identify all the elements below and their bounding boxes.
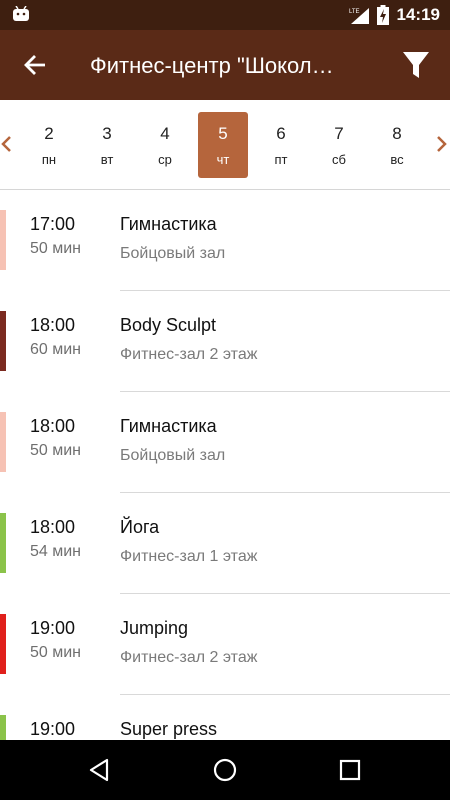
date-4[interactable]: 4 ср — [140, 112, 190, 178]
class-name: Гимнастика — [120, 214, 217, 234]
class-name: Body Sculpt — [120, 315, 217, 335]
class-duration: 50 мин — [30, 442, 82, 459]
date-number: 8 — [392, 124, 402, 143]
class-row[interactable]: 19:00 Super press — [0, 695, 450, 740]
class-room: Фитнес-зал 2 этаж — [120, 649, 258, 666]
class-row[interactable]: 18:00 60 мин Body Sculpt Фитнес-зал 2 этаж — [0, 291, 450, 392]
filter-icon[interactable] — [402, 50, 430, 80]
class-name: Гимнастика — [120, 416, 217, 436]
class-row[interactable]: 18:00 50 мин Гимнастика Бойцовый зал — [0, 392, 450, 493]
class-time: 18:00 — [30, 517, 76, 537]
class-color-stripe — [0, 412, 6, 472]
date-weekday: пт — [274, 152, 288, 167]
app-bar: Фитнес-центр "Шоколад" — [0, 30, 450, 100]
class-duration: 50 мин — [30, 644, 82, 661]
class-color-stripe — [0, 614, 6, 674]
class-time: 18:00 — [30, 416, 76, 436]
date-number: 5 — [218, 124, 228, 143]
class-row[interactable]: 17:00 50 мин Гимнастика Бойцовый зал — [0, 190, 450, 291]
nav-home-icon[interactable] — [210, 755, 240, 785]
date-weekday: вс — [390, 152, 404, 167]
date-weekday: чт — [216, 152, 230, 167]
class-time: 19:00 — [30, 618, 76, 638]
status-time: 14:19 — [396, 5, 440, 24]
date-number: 6 — [276, 124, 286, 143]
class-color-stripe — [0, 715, 6, 740]
class-row[interactable]: 18:00 54 мин Йога Фитнес-зал 1 этаж — [0, 493, 450, 594]
svg-text:LTE: LTE — [349, 9, 360, 15]
page-title: Фитнес-центр "Шоколад" — [90, 53, 340, 78]
class-time: 19:00 — [30, 719, 76, 739]
date-weekday: сб — [332, 152, 346, 167]
class-duration: 50 мин — [30, 240, 82, 257]
class-duration: 54 мин — [30, 543, 82, 560]
android-icon — [13, 6, 29, 21]
class-name: Jumping — [120, 618, 189, 638]
class-row[interactable]: 19:00 50 мин Jumping Фитнес-зал 2 этаж — [0, 594, 450, 695]
date-number: 7 — [334, 124, 344, 143]
class-time: 18:00 — [30, 315, 76, 335]
date-number: 2 — [44, 124, 54, 143]
date-selector: 2 пн 3 вт 4 ср 5 чт 6 пт 7 сб 8 вс — [0, 100, 450, 190]
class-name: Super press — [120, 719, 218, 739]
date-weekday: вт — [100, 152, 114, 167]
date-weekday: пн — [41, 152, 57, 167]
class-color-stripe — [0, 311, 6, 371]
class-room: Бойцовый зал — [120, 447, 226, 464]
class-room: Фитнес-зал 1 этаж — [120, 548, 258, 565]
class-room: Фитнес-зал 2 этаж — [120, 346, 258, 363]
chevron-left-icon[interactable] — [0, 134, 14, 154]
date-6[interactable]: 6 пт — [256, 112, 306, 178]
signal-icon: LTE — [349, 8, 369, 24]
class-color-stripe — [0, 210, 6, 270]
arrow-left-icon[interactable] — [22, 52, 48, 78]
battery-charging-icon — [376, 5, 389, 25]
class-color-stripe — [0, 513, 6, 573]
date-2[interactable]: 2 пн — [24, 112, 74, 178]
system-nav-bar — [0, 740, 450, 800]
date-5[interactable]: 5 чт — [198, 112, 248, 178]
date-8[interactable]: 8 вс — [372, 112, 422, 178]
class-time: 17:00 — [30, 214, 76, 234]
date-number: 3 — [102, 124, 112, 143]
date-number: 4 — [160, 124, 170, 143]
class-room: Бойцовый зал — [120, 245, 226, 262]
status-bar: LTE 14:19 — [0, 0, 450, 30]
nav-recents-icon[interactable] — [335, 755, 365, 785]
chevron-right-icon[interactable] — [434, 134, 448, 154]
date-weekday: ср — [158, 152, 172, 167]
class-schedule-list: 17:00 50 мин Гимнастика Бойцовый зал 18:00 60… — [0, 190, 450, 740]
date-7[interactable]: 7 сб — [314, 112, 364, 178]
class-duration: 60 мин — [30, 341, 82, 358]
nav-back-icon[interactable] — [85, 755, 115, 785]
class-name: Йога — [120, 517, 160, 537]
date-3[interactable]: 3 вт — [82, 112, 132, 178]
